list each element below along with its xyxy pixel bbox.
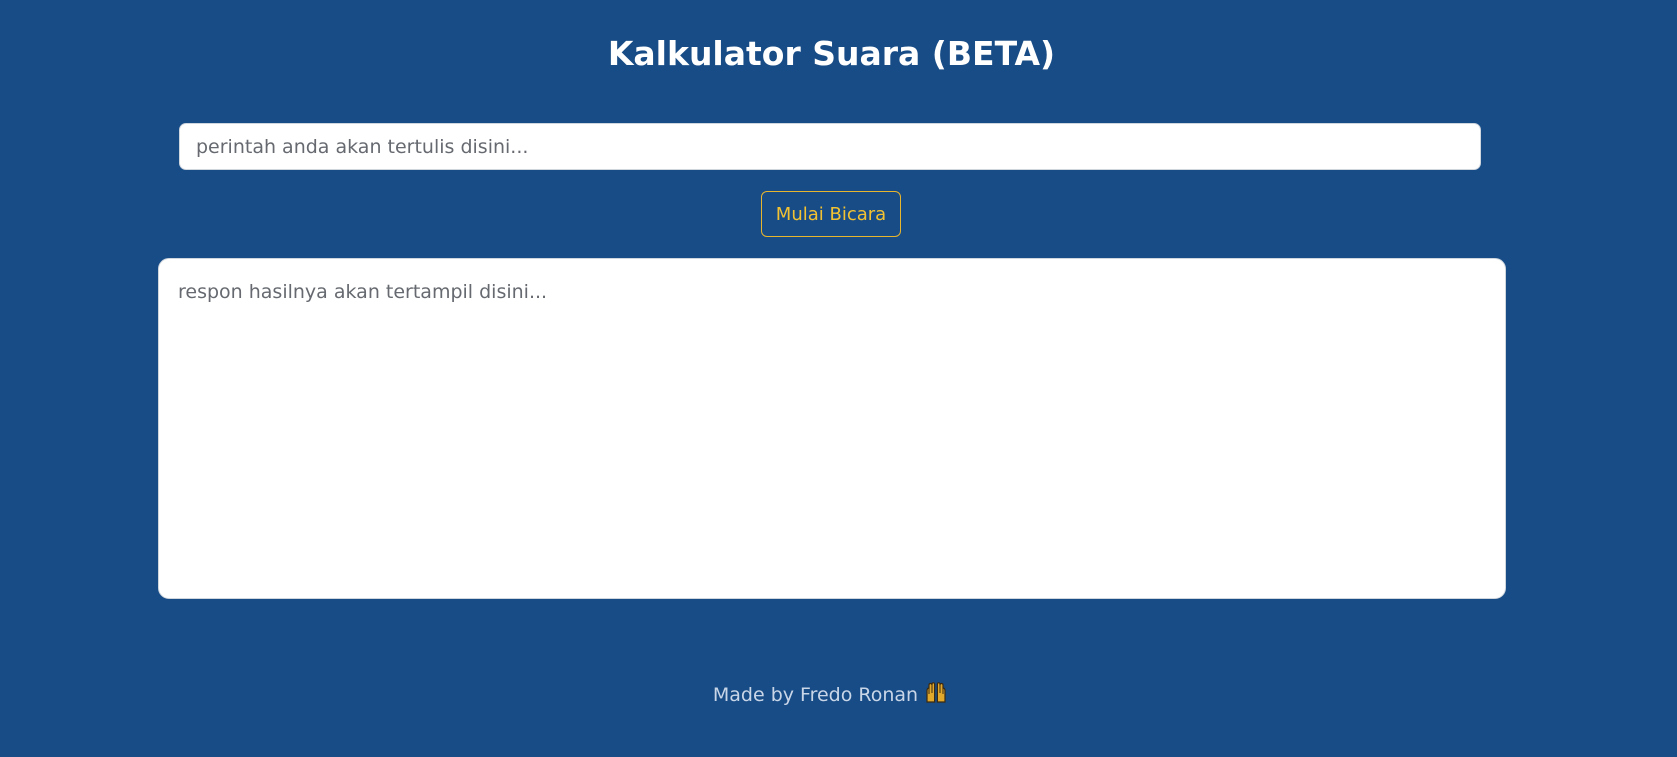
command-input[interactable]: [179, 123, 1481, 170]
start-speaking-button[interactable]: Mulai Bicara: [761, 191, 901, 237]
raised-hands-icon: [924, 682, 948, 704]
footer: Made by Fredo Ronan: [0, 681, 1661, 709]
page-title: Kalkulator Suara (BETA): [607, 34, 1056, 73]
response-output[interactable]: [158, 258, 1506, 599]
page: Kalkulator Suara (BETA) Mulai Bicara Mad…: [0, 0, 1677, 757]
footer-credit: Made by Fredo Ronan: [712, 684, 919, 706]
